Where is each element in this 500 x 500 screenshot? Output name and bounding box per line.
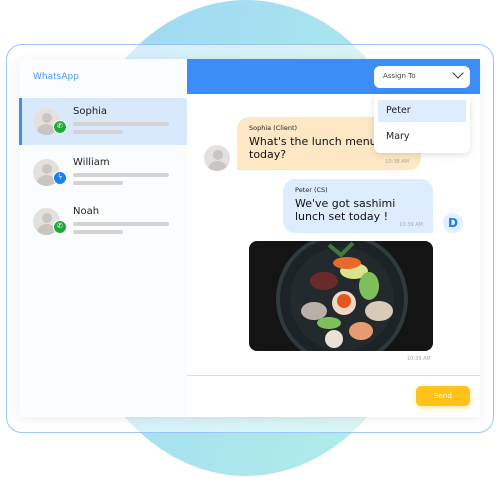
composer-divider bbox=[187, 375, 480, 376]
image-time: 10:39 AM bbox=[407, 356, 431, 362]
whatsapp-icon: ✆ bbox=[53, 220, 67, 234]
preview-line bbox=[73, 130, 123, 134]
contact-name: Noah bbox=[73, 206, 100, 217]
preview-line bbox=[73, 122, 169, 126]
preview-line bbox=[73, 222, 169, 226]
menu-option-mary[interactable]: Mary bbox=[378, 126, 466, 148]
whatsapp-icon: ✆ bbox=[53, 120, 67, 134]
sashimi-photo[interactable] bbox=[249, 241, 433, 351]
contact-item-sophia[interactable]: ✆ Sophia bbox=[19, 98, 187, 145]
assign-menu: Peter Mary bbox=[374, 94, 470, 153]
client-avatar bbox=[204, 145, 230, 171]
message-time: 10:39 AM bbox=[399, 222, 423, 228]
chat-app: WhatsApp ✆ Sophia ϟ William ✆ Noah Sophi… bbox=[19, 59, 480, 417]
agent-message: Peter (CS) We've got sashimi lunch set t… bbox=[283, 179, 433, 233]
sidebar: WhatsApp ✆ Sophia ϟ William ✆ Noah bbox=[19, 59, 187, 417]
message-text: We've got sashimi lunch set today ! bbox=[295, 197, 396, 223]
preview-line bbox=[73, 173, 169, 177]
assign-label: Assign To bbox=[383, 72, 416, 80]
contact-item-noah[interactable]: ✆ Noah bbox=[19, 198, 187, 245]
message-sender: Peter (CS) bbox=[295, 186, 328, 194]
message-time: 10:38 AM bbox=[385, 159, 409, 165]
agent-avatar: D bbox=[443, 213, 463, 233]
preview-line bbox=[73, 230, 123, 234]
message-text: What's the lunch menu today? bbox=[249, 135, 377, 161]
contact-name: Sophia bbox=[73, 106, 108, 117]
menu-option-peter[interactable]: Peter bbox=[378, 100, 466, 122]
preview-line bbox=[73, 181, 123, 185]
contact-name: William bbox=[73, 157, 110, 168]
messenger-icon: ϟ bbox=[53, 171, 67, 185]
sidebar-title: WhatsApp bbox=[33, 72, 79, 82]
contact-item-william[interactable]: ϟ William bbox=[19, 149, 187, 196]
assign-to-dropdown[interactable]: Assign To bbox=[374, 66, 470, 88]
send-button[interactable]: Send bbox=[416, 386, 470, 406]
chevron-down-icon bbox=[452, 67, 464, 79]
